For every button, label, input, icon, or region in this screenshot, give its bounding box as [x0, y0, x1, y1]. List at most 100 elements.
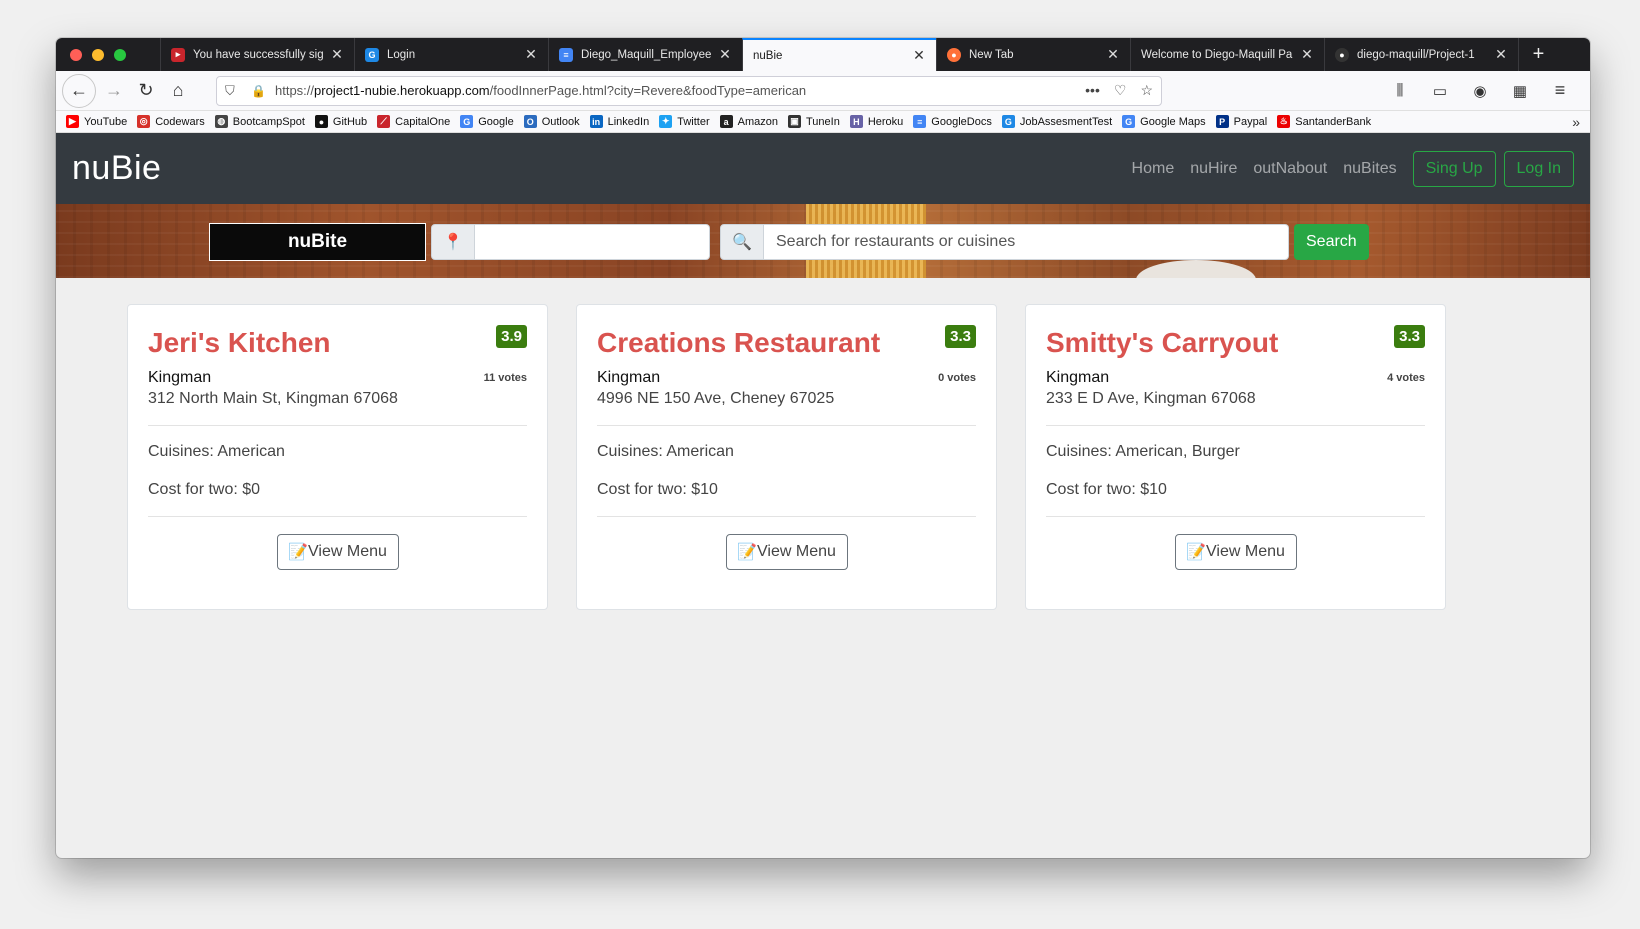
youtube-icon: ▶: [66, 115, 79, 128]
restaurant-cost: Cost for two: $10: [1046, 481, 1167, 498]
bookmark-capitalone[interactable]: ⟋ CapitalOne: [377, 115, 450, 128]
view-menu-label: View Menu: [757, 543, 836, 560]
santander-icon: ♨: [1277, 115, 1291, 128]
url-prefix: https://: [275, 83, 315, 98]
bookmark-google[interactable]: G Google: [460, 115, 514, 128]
view-menu-button[interactable]: 📝 View Menu: [276, 534, 399, 570]
vote-count: 0 votes: [938, 372, 976, 384]
browser-tab[interactable]: ● diego-maquill/Project-1 ✕: [1324, 38, 1518, 71]
section-label: nuBite: [209, 223, 426, 261]
sidebar-icon[interactable]: ▭: [1424, 75, 1456, 107]
memo-icon: 📝: [1186, 544, 1207, 561]
close-window-button[interactable]: [70, 48, 82, 61]
signup-button[interactable]: Sing Up: [1412, 150, 1496, 187]
url-text[interactable]: https://project1-nubie.herokuapp.com/foo…: [275, 83, 1085, 98]
browser-tab[interactable]: ▸ You have successfully sig ✕: [160, 38, 354, 71]
forward-arrow-icon[interactable]: →: [98, 75, 130, 107]
bookmark-youtube[interactable]: ▶ YouTube: [66, 115, 127, 128]
site-brand[interactable]: nuBie: [72, 149, 161, 188]
new-tab-button[interactable]: +: [1518, 38, 1558, 71]
more-actions-icon[interactable]: •••: [1085, 82, 1100, 99]
shield-icon[interactable]: ⛉: [225, 83, 243, 99]
heroku-icon: H: [849, 115, 863, 128]
bookmark-tunein[interactable]: ▣ TuneIn: [787, 115, 840, 128]
bookmark-label: TuneIn: [805, 115, 840, 128]
maximize-window-button[interactable]: [114, 48, 126, 61]
nav-link-outnabout[interactable]: outNabout: [1245, 160, 1335, 178]
library-icon[interactable]: ⫼: [1384, 75, 1416, 107]
close-tab-icon[interactable]: ✕: [1300, 46, 1314, 63]
browser-tab-active[interactable]: nuBie ✕: [742, 38, 936, 71]
restaurant-cuisines: Cuisines: American, Burger: [1046, 443, 1240, 460]
capitalone-icon: ▸: [171, 47, 185, 62]
bookmark-label: Amazon: [737, 115, 778, 128]
tab-strip: ▸ You have successfully sig ✕ G Login ✕ …: [56, 38, 1590, 71]
divider: [597, 425, 976, 426]
view-menu-button[interactable]: 📝 View Menu: [725, 534, 848, 570]
nav-link-home[interactable]: Home: [1124, 160, 1183, 178]
close-tab-icon[interactable]: ✕: [1106, 46, 1120, 63]
divider: [148, 516, 527, 517]
extensions-icon[interactable]: ▦: [1504, 75, 1536, 107]
bookmark-jobassesmenttest[interactable]: G JobAssesmentTest: [1001, 115, 1113, 128]
reload-icon[interactable]: ↻: [130, 75, 162, 107]
close-tab-icon[interactable]: ✕: [718, 46, 732, 63]
search-row: nuBite 📍 🔍 Search for restaurants or cui…: [209, 223, 1369, 261]
close-tab-icon[interactable]: ✕: [330, 46, 344, 63]
minimize-window-button[interactable]: [92, 48, 104, 61]
browser-tab[interactable]: G Login ✕: [354, 38, 548, 71]
search-button[interactable]: Search: [1294, 224, 1369, 260]
restaurant-cost: Cost for two: $0: [148, 481, 261, 498]
pocket-icon[interactable]: ♡: [1114, 82, 1127, 99]
bookmark-google-maps[interactable]: G Google Maps: [1122, 115, 1206, 128]
firefox-icon: ●: [947, 47, 961, 62]
browser-tab[interactable]: ● New Tab ✕: [936, 38, 1130, 71]
nav-link-nuhire[interactable]: nuHire: [1182, 160, 1245, 178]
bookmark-codewars[interactable]: ◎ Codewars: [137, 115, 205, 128]
home-icon[interactable]: ⌂: [162, 75, 194, 107]
view-menu-label: View Menu: [1206, 543, 1285, 560]
location-input[interactable]: [475, 224, 710, 260]
bookmark-label: Outlook: [541, 115, 580, 128]
bowl-background-image: [1136, 260, 1256, 278]
nav-link-nubites[interactable]: nuBites: [1335, 160, 1404, 178]
browser-tab[interactable]: ≡ Diego_Maquill_Employee ✕: [548, 38, 742, 71]
bookmark-googledocs[interactable]: ≡ GoogleDocs: [913, 115, 992, 128]
chevron-double-right-icon[interactable]: »: [1572, 114, 1580, 130]
browser-tab[interactable]: Welcome to Diego-Maquill Pa ✕: [1130, 38, 1324, 71]
linkedin-icon: in: [589, 115, 603, 128]
bookmark-label: GitHub: [332, 115, 368, 128]
lock-icon[interactable]: 🔒: [251, 84, 267, 98]
close-tab-icon[interactable]: ✕: [1494, 46, 1508, 63]
menu-icon[interactable]: ≡: [1544, 75, 1576, 107]
g-logo-icon: G: [365, 47, 379, 62]
paypal-icon: P: [1215, 115, 1229, 128]
bookmark-outlook[interactable]: O Outlook: [523, 115, 580, 128]
restaurant-city: Kingman: [148, 369, 212, 386]
close-tab-icon[interactable]: ✕: [912, 47, 926, 64]
search-group: 🔍 Search for restaurants or cuisines: [720, 224, 1289, 260]
bookmark-github[interactable]: ● GitHub: [314, 115, 368, 128]
restaurant-name: Creations Restaurant: [597, 327, 881, 358]
bookmark-heroku[interactable]: H Heroku: [849, 115, 903, 128]
back-arrow-icon[interactable]: ←: [62, 73, 96, 108]
bookmark-bootcampspot[interactable]: ◍ BootcampSpot: [214, 115, 305, 128]
bookmark-amazon[interactable]: a Amazon: [719, 115, 778, 128]
bookmark-star-icon[interactable]: ☆: [1140, 82, 1153, 99]
url-path: /foodInnerPage.html?city=Revere&foodType…: [489, 83, 807, 98]
bookmark-label: JobAssesmentTest: [1019, 115, 1113, 128]
bookmark-paypal[interactable]: P Paypal: [1215, 115, 1267, 128]
bookmark-linkedin[interactable]: in LinkedIn: [589, 115, 649, 128]
account-icon[interactable]: ◉: [1464, 75, 1496, 107]
tab-title: diego-maquill/Project-1: [1357, 48, 1475, 61]
search-icon: 🔍: [720, 224, 764, 260]
url-bar[interactable]: ⛉ 🔒 https://project1-nubie.herokuapp.com…: [216, 75, 1162, 106]
bookmark-twitter[interactable]: ✦ Twitter: [659, 115, 710, 128]
view-menu-button[interactable]: 📝 View Menu: [1174, 534, 1297, 570]
close-tab-icon[interactable]: ✕: [524, 46, 538, 63]
login-button[interactable]: Log In: [1503, 150, 1574, 187]
window-controls: [56, 38, 160, 71]
bookmark-santanderbank[interactable]: ♨ SantanderBank: [1277, 115, 1371, 128]
search-input[interactable]: Search for restaurants or cuisines: [764, 224, 1289, 260]
tab-title: You have successfully sig: [193, 48, 324, 61]
